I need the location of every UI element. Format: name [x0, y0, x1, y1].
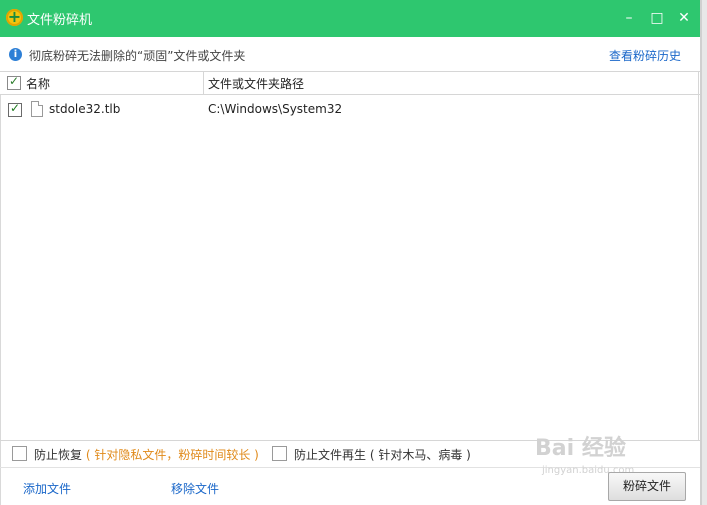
table-row[interactable]: stdole32.tlb C:\Windows\System32 [0, 97, 698, 121]
column-header-path[interactable]: 文件或文件夹路径 [208, 75, 304, 92]
column-header-name[interactable]: 名称 [26, 75, 50, 92]
row-checkbox[interactable] [8, 101, 22, 117]
prevent-regen-option[interactable]: 防止文件再生 ( 针对木马、病毒 ) [294, 446, 471, 463]
shred-file-button[interactable]: 粉碎文件 [608, 472, 686, 501]
select-all-checkbox[interactable] [7, 74, 21, 90]
close-icon[interactable]: ✕ [672, 6, 696, 30]
window-edge [700, 0, 707, 505]
file-icon [31, 101, 43, 117]
prevent-recovery-label: 防止恢复 [34, 448, 83, 462]
list-right-border [698, 71, 699, 441]
add-file-link[interactable]: 添加文件 [23, 480, 71, 497]
prevent-recovery-hint: ( 针对隐私文件，粉碎时间较长 ) [85, 448, 259, 462]
watermark-brand: Bai 经验 [535, 436, 626, 461]
info-text: 彻底粉碎无法删除的“顽固”文件或文件夹 [29, 49, 246, 63]
prevent-regen-hint: ( 针对木马、病毒 ) [369, 448, 471, 462]
file-name: stdole32.tlb [49, 102, 121, 116]
minimize-icon[interactable]: – [617, 6, 641, 30]
table-header: 名称 文件或文件夹路径 [0, 71, 700, 95]
app-logo-icon [6, 7, 23, 26]
prevent-recovery-checkbox[interactable] [12, 446, 27, 461]
remove-file-link[interactable]: 移除文件 [171, 480, 219, 497]
file-path: C:\Windows\System32 [208, 102, 343, 116]
column-divider[interactable] [203, 72, 204, 94]
maximize-icon[interactable]: □ [645, 6, 669, 30]
prevent-recovery-option[interactable]: 防止恢复 ( 针对隐私文件，粉碎时间较长 ) [34, 446, 259, 463]
title-bar: 文件粉碎机 – □ ✕ [0, 0, 700, 37]
prevent-regen-label: 防止文件再生 [294, 448, 367, 462]
window-title: 文件粉碎机 [27, 13, 93, 28]
prevent-regen-checkbox[interactable] [272, 446, 287, 461]
info-bar: i 彻底粉碎无法删除的“顽固”文件或文件夹 查看粉碎历史 [0, 37, 700, 71]
view-history-link[interactable]: 查看粉碎历史 [609, 47, 681, 64]
info-icon: i [9, 48, 22, 61]
